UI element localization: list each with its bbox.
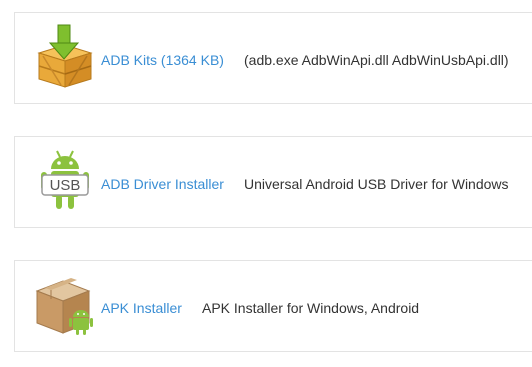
download-card-apk-installer: APK Installer APK Installer for Windows,… — [14, 260, 532, 352]
adb-driver-installer-link[interactable]: ADB Driver Installer — [101, 176, 224, 192]
download-card-adb-driver-installer: USB ADB Driver Installer Universal Andro… — [14, 136, 532, 228]
android-usb-icon[interactable]: USB — [33, 147, 97, 215]
adb-driver-installer-description: Universal Android USB Driver for Windows — [244, 176, 509, 192]
apk-installer-description: APK Installer for Windows, Android — [202, 300, 420, 316]
wooden-crate-download-icon[interactable] — [33, 23, 97, 91]
package-box-android-icon[interactable] — [33, 271, 97, 339]
usb-badge-label: USB — [50, 177, 81, 194]
adb-kits-download-link[interactable]: ADB Kits (1364 KB) — [101, 52, 224, 68]
adb-kits-description: (adb.exe AdbWinApi.dll AdbWinUsbApi.dll) — [244, 52, 509, 68]
apk-installer-link[interactable]: APK Installer — [101, 300, 182, 316]
download-card-adb-kits: ADB Kits (1364 KB) (adb.exe AdbWinApi.dl… — [14, 12, 532, 104]
